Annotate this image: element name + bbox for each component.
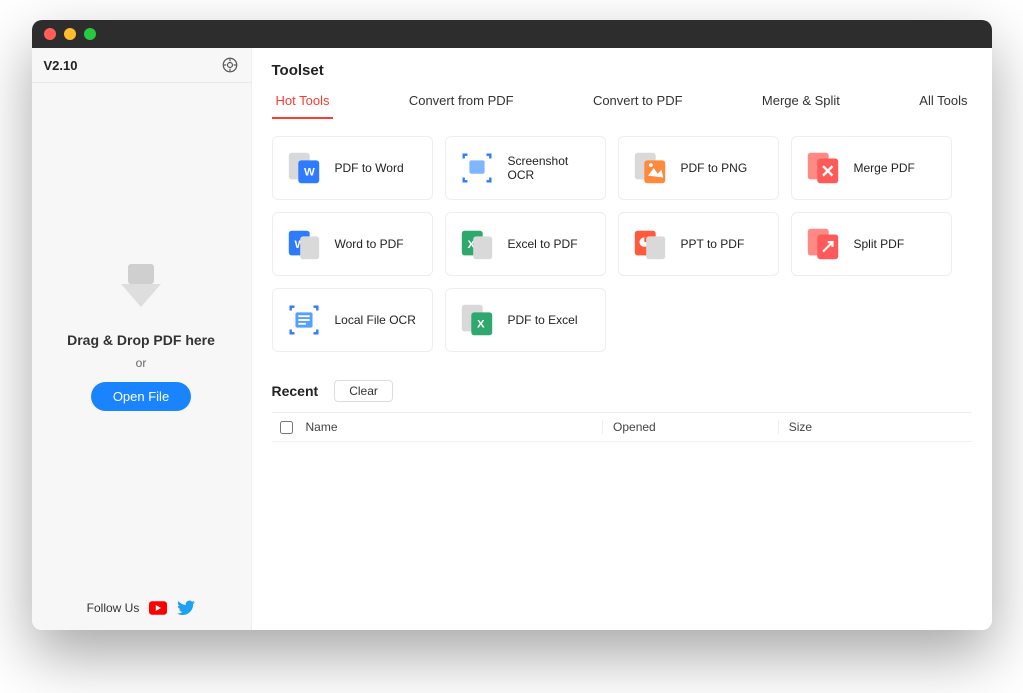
sidebar: V2.10 Drag & Drop PDF here or Open File … (32, 48, 252, 630)
tool-label: PDF to Excel (508, 313, 578, 327)
download-arrow-icon (106, 259, 176, 314)
svg-text:X: X (477, 319, 485, 331)
tool-grid: W PDF to Word Screenshot OCR PDF to PNG Merg… (272, 136, 952, 352)
col-opened-header[interactable]: Opened (602, 420, 778, 434)
pdf-to-png-icon (631, 149, 669, 187)
tool-label: Local File OCR (335, 313, 416, 327)
tool-ppt-to-pdf[interactable]: PPT to PDF (618, 212, 779, 276)
titlebar (32, 20, 992, 48)
clear-recent-button[interactable]: Clear (334, 380, 393, 402)
tool-local-file-ocr[interactable]: Local File OCR (272, 288, 433, 352)
tool-label: PPT to PDF (681, 237, 745, 251)
or-text: or (136, 356, 147, 370)
tool-screenshot-ocr[interactable]: Screenshot OCR (445, 136, 606, 200)
recent-header: Recent Clear (272, 380, 972, 402)
tab-merge-split[interactable]: Merge & Split (758, 85, 844, 118)
excel-to-pdf-icon: X (458, 225, 496, 263)
sidebar-footer: Follow Us (32, 586, 251, 630)
app-body: V2.10 Drag & Drop PDF here or Open File … (32, 48, 992, 630)
pdf-to-excel-icon: X (458, 301, 496, 339)
ppt-to-pdf-icon (631, 225, 669, 263)
open-file-button[interactable]: Open File (91, 382, 191, 411)
tool-word-to-pdf[interactable]: W Word to PDF (272, 212, 433, 276)
recent-table: Name Opened Size (272, 412, 972, 442)
col-size-header[interactable]: Size (778, 420, 954, 434)
tool-label: Word to PDF (335, 237, 404, 251)
sidebar-header: V2.10 (32, 48, 251, 83)
app-window: V2.10 Drag & Drop PDF here or Open File … (32, 20, 992, 630)
tool-pdf-to-png[interactable]: PDF to PNG (618, 136, 779, 200)
tool-split-pdf[interactable]: Split PDF (791, 212, 952, 276)
toolset-tabs: Hot Tools Convert from PDF Convert to PDF M… (272, 85, 972, 118)
recent-table-head: Name Opened Size (272, 413, 972, 442)
split-pdf-icon (804, 225, 842, 263)
youtube-icon[interactable] (149, 600, 167, 616)
tool-label: PDF to Word (335, 161, 404, 175)
tool-pdf-to-word[interactable]: W PDF to Word (272, 136, 433, 200)
tool-pdf-to-excel[interactable]: X PDF to Excel (445, 288, 606, 352)
tab-hot-tools[interactable]: Hot Tools (272, 85, 334, 118)
minimize-icon[interactable] (64, 28, 76, 40)
drop-area[interactable]: Drag & Drop PDF here or Open File (32, 83, 251, 586)
tool-label: Screenshot OCR (508, 154, 593, 182)
tab-convert-from-pdf[interactable]: Convert from PDF (405, 85, 518, 118)
tab-all-tools[interactable]: All Tools (915, 85, 971, 118)
toolset-title: Toolset (272, 62, 972, 79)
select-all-checkbox[interactable] (280, 421, 300, 434)
tab-convert-to-pdf[interactable]: Convert to PDF (589, 85, 687, 118)
follow-us-label: Follow Us (87, 601, 140, 615)
merge-pdf-icon (804, 149, 842, 187)
tool-label: Split PDF (854, 237, 905, 251)
local-file-ocr-icon (285, 301, 323, 339)
maximize-icon[interactable] (84, 28, 96, 40)
tool-excel-to-pdf[interactable]: X Excel to PDF (445, 212, 606, 276)
main-panel: Toolset Hot Tools Convert from PDF Convert… (252, 48, 992, 630)
tool-label: Excel to PDF (508, 237, 578, 251)
drop-text: Drag & Drop PDF here (67, 332, 215, 348)
col-name-header[interactable]: Name (300, 420, 603, 434)
support-icon[interactable] (221, 56, 239, 74)
version-label: V2.10 (44, 58, 78, 73)
word-to-pdf-icon: W (285, 225, 323, 263)
screenshot-ocr-icon (458, 149, 496, 187)
twitter-icon[interactable] (177, 600, 195, 616)
pdf-to-word-icon: W (285, 149, 323, 187)
tool-merge-pdf[interactable]: Merge PDF (791, 136, 952, 200)
close-icon[interactable] (44, 28, 56, 40)
tool-label: PDF to PNG (681, 161, 748, 175)
svg-text:W: W (304, 167, 315, 179)
tool-label: Merge PDF (854, 161, 915, 175)
recent-title: Recent (272, 383, 319, 399)
